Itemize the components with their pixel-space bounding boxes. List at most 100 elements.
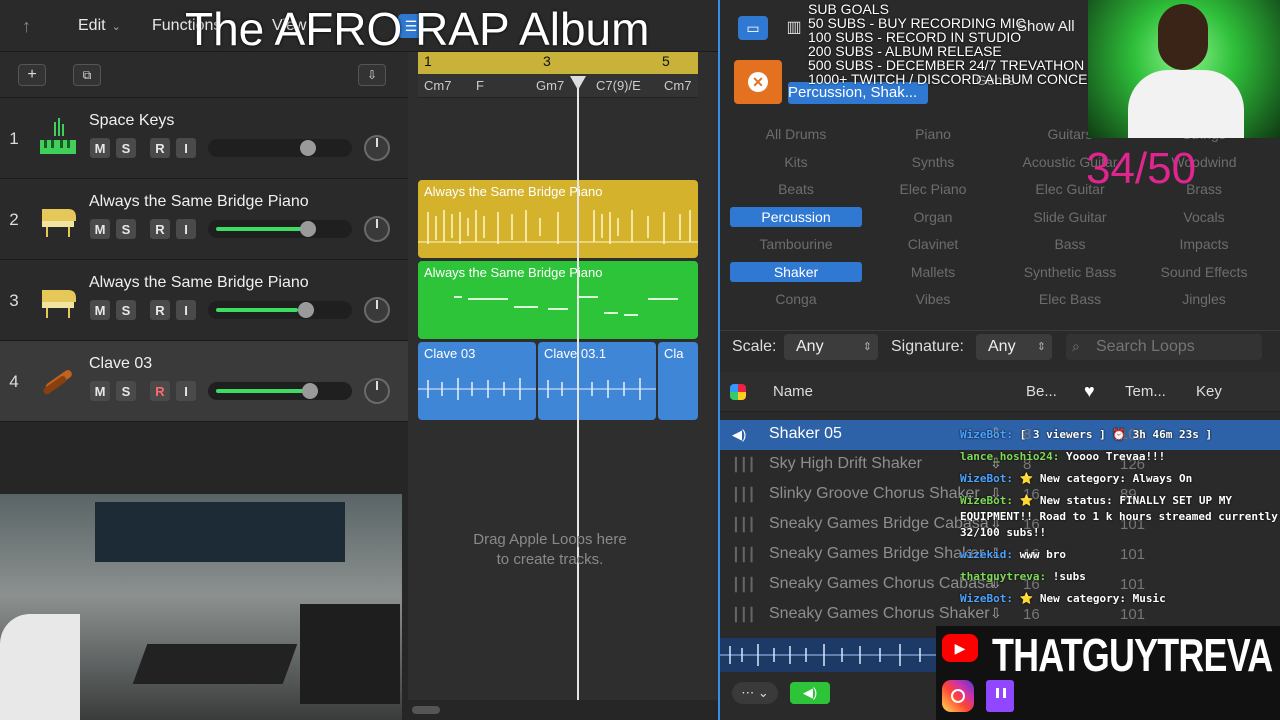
category-button[interactable]: Percussion [730,206,862,227]
loop-preview-waveform[interactable] [720,638,936,672]
twitch-icon [986,680,1014,712]
input-monitor-button[interactable]: I [176,300,196,320]
scale-select[interactable]: Any ⇕ [784,334,878,360]
track-name[interactable]: Space Keys [89,112,174,130]
search-loops-field[interactable]: ⌕ [1066,334,1262,360]
category-button[interactable]: Vibes [867,289,999,309]
color-palette-icon[interactable] [730,384,746,400]
solo-button[interactable]: S [116,219,136,239]
category-button[interactable]: All Drums [730,124,862,144]
category-button[interactable]: Conga [730,289,862,309]
solo-button[interactable]: S [116,300,136,320]
category-button[interactable]: Mallets [867,262,999,282]
speaker-icon[interactable]: ◀) [790,682,830,704]
view-toggle-icon[interactable]: ▭ [738,16,768,40]
clear-filter-button[interactable]: ✕ [734,60,782,104]
track-row-space-keys[interactable]: 1 Space Keys M S R I [0,98,408,179]
input-monitor-button[interactable]: I [176,219,196,239]
category-button[interactable]: Vocals [1138,207,1270,227]
waveform-icon[interactable]: ┃┃┃ [732,457,755,473]
solo-button[interactable]: S [116,381,136,401]
volume-fader[interactable] [208,382,352,400]
category-button[interactable]: Slide Guitar [1004,207,1136,227]
track-name[interactable]: Always the Same Bridge Piano [89,274,309,292]
more-options-button[interactable]: ⋯ ⌄ [732,682,778,704]
fader-knob[interactable] [298,302,314,318]
category-button[interactable]: Tambourine [730,234,862,254]
track-row-clave[interactable]: 4 Clave 03 M S R I [0,341,408,422]
waveform-icon[interactable]: ┃┃┃ [732,517,755,533]
speaker-icon[interactable]: ◀) [732,427,750,443]
audio-region-clave[interactable]: Clave 03 [418,342,536,420]
pan-knob[interactable] [364,135,390,161]
search-input[interactable] [1096,337,1256,357]
track-row-bridge-piano[interactable]: 2 Always the Same Bridge Piano M S R I [0,179,408,260]
chord-track[interactable]: Cm7 F Gm7 C7(9)/E Cm7 [418,74,698,98]
chat-message: WizeBot: ⭐ New category: Always On [960,472,1192,485]
add-track-button[interactable]: + [18,64,46,86]
audio-region-piano[interactable]: Always the Same Bridge Piano [418,180,698,258]
category-button[interactable]: Elec Piano [867,179,999,199]
key-column-header[interactable]: Key [1196,383,1222,400]
playhead[interactable] [577,76,579,700]
volume-fader[interactable] [208,220,352,238]
mute-button[interactable]: M [90,381,110,401]
mute-button[interactable]: M [90,300,110,320]
category-button[interactable]: Jingles [1138,289,1270,309]
waveform-icon[interactable]: ┃┃┃ [732,547,755,563]
pan-knob[interactable] [364,378,390,404]
category-button[interactable]: Clavinet [867,234,999,254]
name-column-header[interactable]: Name [773,383,813,400]
category-button[interactable]: Synths [867,152,999,172]
category-button[interactable]: Synthetic Bass [1004,262,1136,282]
audio-region-clave[interactable]: Clave 03.1 [538,342,656,420]
pan-knob[interactable] [364,216,390,242]
fader-knob[interactable] [300,140,316,156]
duplicate-track-icon[interactable]: ⧉ [73,64,101,86]
mute-button[interactable]: M [90,138,110,158]
record-enable-button[interactable]: R [150,219,170,239]
tempo-column-header[interactable]: Tem... [1125,383,1166,400]
midi-region-piano[interactable]: Always the Same Bridge Piano [418,261,698,339]
edit-menu[interactable]: Edit ⌄ [78,12,121,40]
catch-playhead-icon[interactable]: ⇩ [358,64,386,86]
horizontal-scrollbar[interactable] [408,700,718,720]
category-button[interactable]: Sound Effects [1138,262,1270,282]
mute-button[interactable]: M [90,219,110,239]
signature-select[interactable]: Any ⇕ [976,334,1052,360]
record-enable-button[interactable]: R [150,300,170,320]
category-button[interactable]: Piano [867,124,999,144]
beats-column-header[interactable]: Be... [1026,383,1057,400]
input-monitor-button[interactable]: I [176,138,196,158]
track-row-bridge-piano-midi[interactable]: 3 Always the Same Bridge Piano M S R I [0,260,408,341]
volume-fader[interactable] [208,139,352,157]
category-button[interactable]: Impacts [1138,234,1270,254]
track-name[interactable]: Clave 03 [89,355,152,373]
streamer-head [1158,4,1208,70]
category-button[interactable]: Shaker [730,261,862,282]
waveform-icon[interactable]: ┃┃┃ [732,577,755,593]
record-enable-button[interactable]: R [150,138,170,158]
category-button[interactable]: Bass [1004,234,1136,254]
track-name[interactable]: Always the Same Bridge Piano [89,193,309,211]
back-arrow-icon[interactable]: ↑ [22,12,31,40]
volume-fader[interactable] [208,301,352,319]
record-enable-button[interactable]: R [150,381,170,401]
columns-icon[interactable]: ▥ [782,16,806,40]
fader-knob[interactable] [302,383,318,399]
pan-knob[interactable] [364,297,390,323]
track-number: 4 [9,371,19,391]
input-monitor-button[interactable]: I [176,381,196,401]
fader-knob[interactable] [300,221,316,237]
download-icon[interactable]: ⇩ [990,605,1002,622]
scroll-thumb[interactable] [412,706,440,714]
category-button[interactable]: Organ [867,207,999,227]
heart-icon[interactable]: ♥ [1084,381,1095,402]
category-button[interactable]: Beats [730,179,862,199]
waveform-icon[interactable]: ┃┃┃ [732,607,755,623]
audio-region-clave[interactable]: Cla [658,342,698,420]
solo-button[interactable]: S [116,138,136,158]
waveform-icon[interactable]: ┃┃┃ [732,487,755,503]
category-button[interactable]: Elec Bass [1004,289,1136,309]
category-button[interactable]: Kits [730,152,862,172]
